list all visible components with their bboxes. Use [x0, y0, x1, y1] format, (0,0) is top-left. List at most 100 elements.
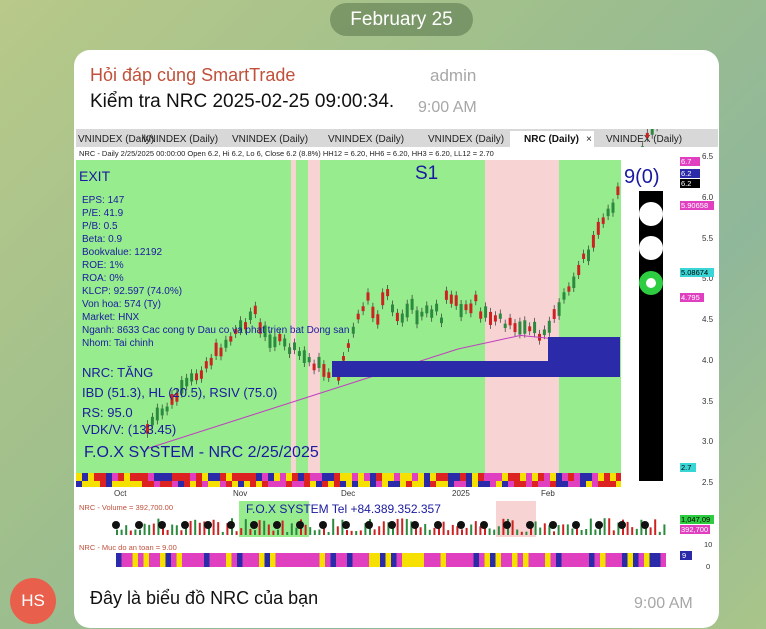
- color-cell: [580, 481, 586, 487]
- color-cell: [406, 473, 412, 481]
- volume-bar: [221, 531, 224, 535]
- safety-cell: [347, 553, 353, 567]
- safety-cell: [176, 553, 182, 567]
- candle-body: [395, 312, 399, 322]
- tab-close-icon[interactable]: ×: [586, 134, 592, 145]
- color-cell: [538, 473, 544, 481]
- volume-bar: [295, 527, 298, 535]
- safety-cell: [336, 553, 342, 567]
- candle-body: [645, 132, 649, 138]
- svg-text:Dec: Dec: [341, 489, 355, 498]
- volume-bar: [258, 520, 261, 535]
- color-cell: [568, 481, 574, 487]
- candle-body: [420, 311, 424, 317]
- tab-6[interactable]: VNINDEX (Daily): [606, 134, 682, 145]
- candle-body: [449, 294, 453, 304]
- color-cell: [166, 481, 172, 487]
- candle-body: [528, 326, 532, 332]
- color-cell: [226, 481, 232, 487]
- sender-name[interactable]: Hỏi đáp cùng SmartTrade: [90, 65, 295, 86]
- avatar[interactable]: HS: [10, 578, 56, 624]
- tab-4[interactable]: VNINDEX (Daily): [428, 134, 504, 145]
- svg-text:Nganh: 8633 Cac cong ty Dau co: Nganh: 8633 Cac cong ty Dau co va phat t…: [82, 325, 349, 336]
- color-cell: [424, 473, 430, 481]
- color-cell: [124, 481, 130, 487]
- color-cell: [424, 481, 430, 487]
- traffic-light: [639, 191, 663, 481]
- color-cell: [184, 481, 190, 487]
- candle-body: [425, 305, 429, 314]
- candle-body: [386, 289, 390, 297]
- volume-dot: [296, 521, 304, 529]
- color-cell: [412, 473, 418, 481]
- color-cell: [346, 473, 352, 481]
- color-cell: [322, 473, 328, 481]
- volume-tags: 1,047,09 392,700: [680, 515, 714, 534]
- color-cell: [166, 473, 172, 481]
- color-cell: [160, 473, 166, 481]
- chart-image[interactable]: VNINDEX (Daily) VNINDEX (Daily) VNINDEX …: [76, 129, 718, 577]
- vdk-line: VDK/V: (133.45): [82, 422, 176, 437]
- svg-text:Nhom: Tai chinh: Nhom: Tai chinh: [82, 338, 154, 349]
- candle-body: [410, 298, 414, 310]
- safety-cell: [242, 553, 248, 567]
- color-cell: [256, 481, 262, 487]
- color-cell: [520, 473, 526, 481]
- color-cell: [568, 473, 574, 481]
- volume-bar: [304, 524, 307, 535]
- svg-text:Feb: Feb: [541, 489, 555, 498]
- color-cell: [304, 473, 310, 481]
- color-cell: [370, 473, 376, 481]
- candle-body: [650, 129, 654, 135]
- candle-body: [415, 310, 419, 325]
- svg-text:5.90658: 5.90658: [681, 201, 708, 210]
- tab-2[interactable]: VNINDEX (Daily): [232, 134, 308, 145]
- sender-role-badge: admin: [430, 66, 477, 85]
- color-cell: [316, 481, 322, 487]
- color-cell: [532, 481, 538, 487]
- svg-text:Market: HNX: Market: HNX: [82, 312, 140, 323]
- safety-cell: [303, 553, 309, 567]
- candle-body: [155, 407, 159, 421]
- candle-body: [165, 406, 169, 412]
- volume-dot: [181, 521, 189, 529]
- svg-text:4.0: 4.0: [702, 356, 714, 365]
- color-cell: [310, 481, 316, 487]
- color-cell: [550, 481, 556, 487]
- volume-bar: [198, 522, 201, 535]
- safety-cell: [270, 553, 276, 567]
- tab-5-active[interactable]: NRC (Daily): [524, 134, 579, 145]
- safety-cell: [611, 553, 617, 567]
- color-cell: [406, 481, 412, 487]
- volume-bar: [562, 524, 565, 535]
- color-cell: [238, 481, 244, 487]
- safety-cell: [182, 553, 188, 567]
- volume-bar: [194, 519, 197, 535]
- color-cell: [76, 473, 82, 481]
- color-cell: [520, 481, 526, 487]
- color-cell: [202, 481, 208, 487]
- candle-body: [606, 208, 610, 217]
- x-axis-labels: Oct Nov Dec 2025 Feb: [114, 489, 555, 498]
- svg-text:Oct: Oct: [114, 489, 127, 498]
- candle-body: [577, 264, 581, 276]
- svg-text:4.5: 4.5: [702, 315, 714, 324]
- color-cell: [172, 481, 178, 487]
- volume-dot: [227, 521, 235, 529]
- tab-3[interactable]: VNINDEX (Daily): [328, 134, 404, 145]
- candle-body: [361, 306, 365, 312]
- color-cell: [556, 481, 562, 487]
- tab-strip[interactable]: VNINDEX (Daily) VNINDEX (Daily) VNINDEX …: [78, 131, 682, 147]
- color-cell: [370, 481, 376, 487]
- candle-body: [484, 306, 488, 318]
- safety-cell: [572, 553, 578, 567]
- color-cell: [610, 473, 616, 481]
- safety-cell: [457, 553, 463, 567]
- color-cell: [460, 473, 466, 481]
- volume-bar: [212, 519, 215, 535]
- tab-1[interactable]: VNINDEX (Daily): [142, 134, 218, 145]
- color-cell: [364, 481, 370, 487]
- color-cell: [136, 473, 142, 481]
- volume-bar: [217, 522, 220, 535]
- volume-bar: [520, 531, 523, 535]
